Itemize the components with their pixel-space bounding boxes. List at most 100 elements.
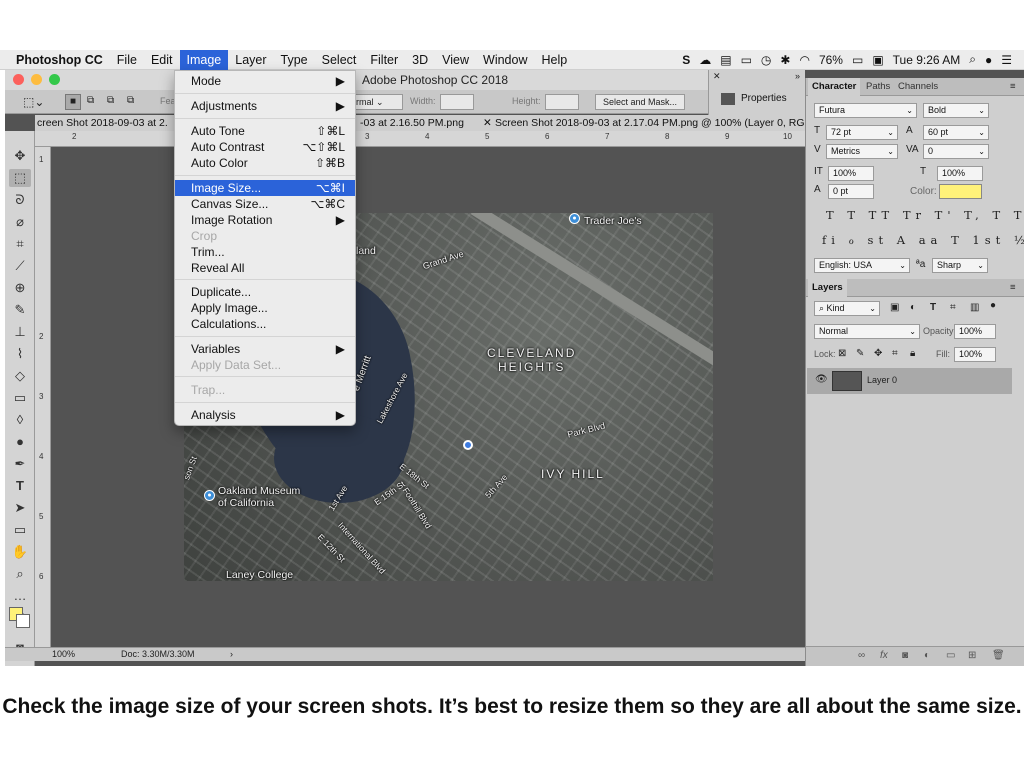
marquee-preset-icon[interactable]: ⬚⌄ <box>23 95 44 109</box>
menu-item-analysis[interactable]: Analysis ▶ <box>175 407 355 423</box>
menu-window[interactable]: Window <box>476 50 534 70</box>
filter-smart-object-icon[interactable]: ▥ <box>970 302 979 313</box>
tab-close-icon[interactable]: ✕ <box>483 117 492 129</box>
minimize-window-button[interactable] <box>31 74 42 85</box>
menu-item-auto-contrast[interactable]: Auto Contrast ⌥⇧⌘L <box>175 139 355 155</box>
lock-all-icon[interactable]: 🔒︎ <box>910 348 915 359</box>
width-input[interactable] <box>440 94 474 110</box>
opentype-feature-buttons[interactable]: fi ℴ st A aa T 1st ½ <box>822 233 1024 247</box>
select-and-mask-button[interactable]: Select and Mask... <box>595 94 685 110</box>
horizontal-scale-field[interactable]: 100% <box>937 166 983 181</box>
font-style-select[interactable]: Bold ⌄ <box>923 103 989 118</box>
type-style-buttons[interactable]: T T TT Tr T' T, T T <box>826 208 1024 222</box>
menu-item-mode[interactable]: Mode ▶ <box>175 73 355 89</box>
pen-tool-icon[interactable]: ✒ <box>9 455 31 473</box>
menu-select[interactable]: Select <box>315 50 364 70</box>
add-mask-icon[interactable]: ◙ <box>902 650 908 661</box>
zoom-window-button[interactable] <box>49 74 60 85</box>
creative-cloud-icon[interactable]: ☁ <box>699 53 711 67</box>
filter-adjustment-icon[interactable]: ◐ <box>910 302 916 313</box>
airplay-icon[interactable]: ▭ <box>741 53 752 67</box>
fill-field[interactable]: 100% <box>954 347 996 362</box>
antialias-select[interactable]: Sharp ⌄ <box>932 258 988 273</box>
tab-paths[interactable]: Paths <box>866 81 890 92</box>
bluetooth-icon[interactable]: ✱ <box>780 53 790 67</box>
style-select[interactable]: rmal ⌄ <box>351 94 403 110</box>
time-machine-icon[interactable]: ◷ <box>761 53 771 67</box>
menu-type[interactable]: Type <box>274 50 315 70</box>
filter-toggle-icon[interactable]: ● <box>990 300 996 311</box>
clock[interactable]: Tue 9:26 AM <box>893 53 961 67</box>
path-select-tool-icon[interactable]: ➤ <box>9 499 31 517</box>
history-brush-tool-icon[interactable]: ⌇ <box>9 345 31 363</box>
menu-item-apply-image[interactable]: Apply Image... <box>175 300 355 316</box>
hand-tool-icon[interactable]: ✋ <box>9 543 31 561</box>
kerning-select[interactable]: Metrics ⌄ <box>826 144 898 159</box>
filter-type-icon[interactable]: T <box>930 302 936 313</box>
stamp-tool-icon[interactable]: ⊥ <box>9 323 31 341</box>
marquee-tool-icon[interactable]: ⬚ <box>9 169 31 187</box>
menu-item-canvas-size[interactable]: Canvas Size... ⌥⌘C <box>175 196 355 212</box>
menu-item-variables[interactable]: Variables ▶ <box>175 341 355 357</box>
close-panel-icon[interactable]: ✕ <box>713 71 721 82</box>
eraser-tool-icon[interactable]: ◇ <box>9 367 31 385</box>
brush-tool-icon[interactable]: ✎ <box>9 301 31 319</box>
menu-item-image-rotation[interactable]: Image Rotation ▶ <box>175 212 355 228</box>
menu-image[interactable]: Image <box>179 49 229 70</box>
lock-artboard-icon[interactable]: ⌗ <box>892 348 898 359</box>
menu-3d[interactable]: 3D <box>405 50 435 70</box>
menu-item-auto-color[interactable]: Auto Color ⇧⌘B <box>175 155 355 171</box>
menu-layer[interactable]: Layer <box>228 50 273 70</box>
tab-character[interactable]: Character <box>808 78 861 96</box>
lock-position-icon[interactable]: ✥ <box>874 348 882 359</box>
layer-row[interactable]: 👁︎ Layer 0 <box>807 368 1012 394</box>
spotlight-icon[interactable]: ⌕ <box>969 52 976 67</box>
tab-1[interactable]: creen Shot 2018-09-03 at 2. <box>37 117 168 129</box>
notification-center-icon[interactable]: ☰ <box>1001 53 1012 67</box>
wifi-icon[interactable]: ◠ <box>799 53 809 67</box>
menu-edit[interactable]: Edit <box>144 50 180 70</box>
menu-item-reveal-all[interactable]: Reveal All <box>175 260 355 276</box>
adjustment-layer-icon[interactable]: ◐ <box>924 650 930 661</box>
more-tools-icon[interactable]: … <box>9 587 31 605</box>
lasso-tool-icon[interactable]: ᘐ <box>9 191 31 209</box>
leading-field[interactable]: 60 pt ⌄ <box>923 125 989 140</box>
menu-item-adjustments[interactable]: Adjustments ▶ <box>175 98 355 114</box>
lock-image-icon[interactable]: ✎ <box>856 348 864 359</box>
fx-icon[interactable]: fx <box>880 650 888 661</box>
collapse-panel-icon[interactable]: » <box>795 71 800 81</box>
menu-file[interactable]: File <box>110 50 144 70</box>
font-size-field[interactable]: 72 pt ⌄ <box>826 125 898 140</box>
menu-app-photoshop[interactable]: Photoshop CC <box>0 50 110 70</box>
display-icon[interactable]: ▣ <box>872 53 883 67</box>
height-input[interactable] <box>545 94 579 110</box>
opacity-field[interactable]: 100% <box>954 324 996 339</box>
crop-tool-icon[interactable]: ⌗ <box>9 235 31 253</box>
language-select[interactable]: English: USA ⌄ <box>814 258 910 273</box>
menu-item-duplicate[interactable]: Duplicate... <box>175 284 355 300</box>
eyedropper-tool-icon[interactable]: ⟋ <box>9 257 31 275</box>
properties-button[interactable]: Properties <box>713 88 801 110</box>
tab-channels[interactable]: Channels <box>898 81 938 92</box>
status-menu-arrow-icon[interactable]: › <box>230 649 233 659</box>
menu-view[interactable]: View <box>435 50 476 70</box>
siri-icon[interactable]: ● <box>985 53 992 67</box>
delete-layer-icon[interactable]: 🗑︎ <box>992 650 1005 661</box>
font-family-select[interactable]: Futura ⌄ <box>814 103 917 118</box>
layers-panel-menu-icon[interactable]: ≡ <box>1010 282 1016 293</box>
intersect-selection-icon[interactable]: ⧉ <box>127 95 134 106</box>
add-selection-icon[interactable]: ⧉ <box>87 95 94 106</box>
rectangle-tool-icon[interactable]: ▭ <box>9 521 31 539</box>
layer-filter-select[interactable]: ⌕ Kind ⌄ <box>814 301 880 316</box>
quick-select-tool-icon[interactable]: ⌀ <box>9 213 31 231</box>
battery-icon[interactable]: ▭ <box>852 53 863 67</box>
filter-shape-icon[interactable]: ⌗ <box>950 302 956 313</box>
panel-menu-icon[interactable]: ≡ <box>1010 81 1016 92</box>
baseline-shift-field[interactable]: 0 pt <box>828 184 874 199</box>
stack-icon[interactable]: ▤ <box>720 53 731 67</box>
healing-tool-icon[interactable]: ⊕ <box>9 279 31 297</box>
vertical-scale-field[interactable]: 100% <box>828 166 874 181</box>
lock-transparent-icon[interactable]: ⊠ <box>838 348 846 359</box>
menu-item-image-size[interactable]: Image Size... ⌥⌘I <box>175 180 355 196</box>
gradient-tool-icon[interactable]: ▭ <box>9 389 31 407</box>
